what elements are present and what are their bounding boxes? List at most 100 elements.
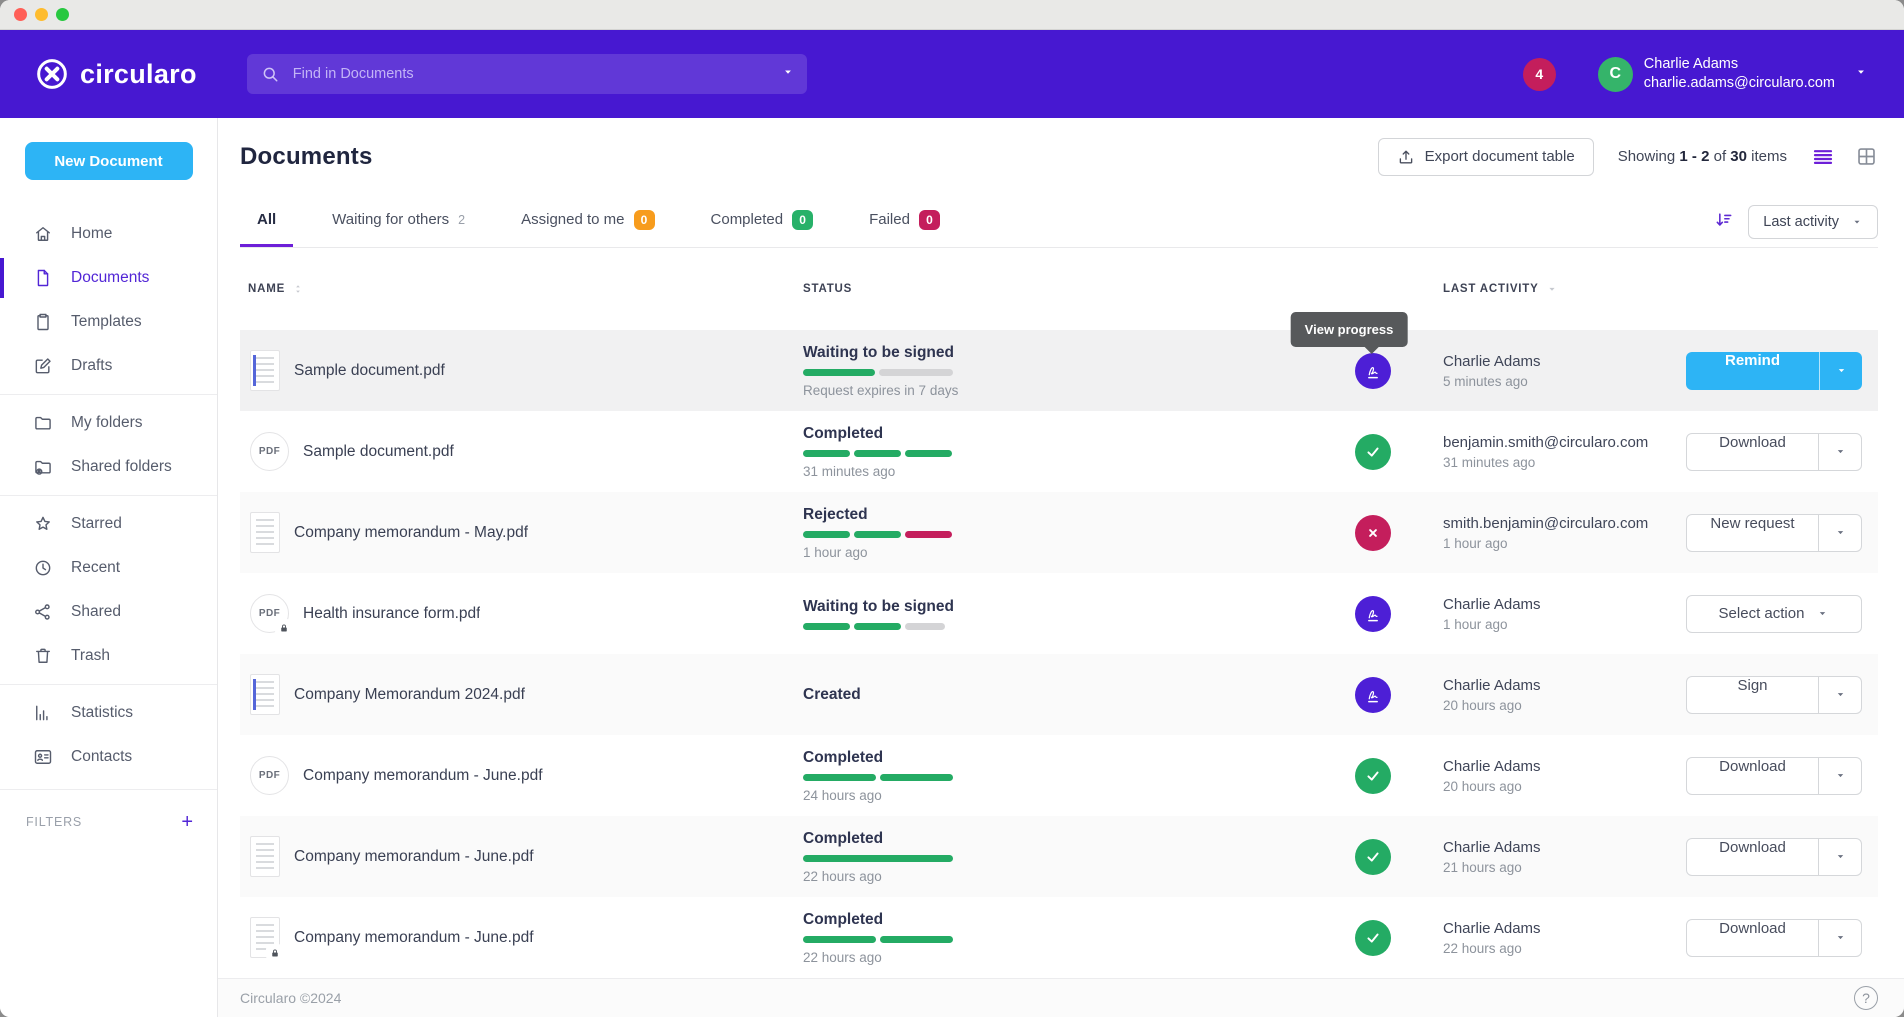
status-label: Completed <box>803 749 1303 767</box>
sidebar-item-shared-folders[interactable]: Shared folders <box>0 445 217 489</box>
activity-time: 1 hour ago <box>1443 536 1686 551</box>
document-row[interactable]: Sample document.pdfWaiting to be signedR… <box>240 330 1878 411</box>
contacts-icon <box>33 747 53 767</box>
document-search <box>247 54 807 94</box>
progress-segment <box>880 936 953 943</box>
document-row[interactable]: Company memorandum - June.pdfCompleted22… <box>240 816 1878 897</box>
notification-badge[interactable]: 4 <box>1523 58 1556 91</box>
star-icon <box>459 358 480 379</box>
status-icon-cell <box>1303 515 1443 551</box>
progress-segment <box>803 531 850 538</box>
pdf-file-icon: PDF <box>250 432 289 471</box>
status-cross-icon[interactable] <box>1355 515 1391 551</box>
column-header-name[interactable]: NAME <box>240 282 803 296</box>
sidebar-item-trash[interactable]: Trash <box>0 634 217 678</box>
action-button-remind[interactable]: Remind <box>1686 352 1819 390</box>
trash-icon <box>33 646 53 666</box>
action-button-download[interactable]: Download <box>1687 920 1818 956</box>
grid-view-icon[interactable] <box>1855 145 1878 168</box>
sidebar-item-recent[interactable]: Recent <box>0 546 217 590</box>
sidebar-item-home[interactable]: Home <box>0 212 217 256</box>
sidebar-section: My folders Shared folders <box>0 394 217 495</box>
action-dropdown-caret[interactable] <box>1818 920 1861 956</box>
user-menu[interactable]: C Charlie Adams charlie.adams@circularo.… <box>1598 55 1868 93</box>
sidebar-item-contacts[interactable]: Contacts <box>0 735 217 779</box>
action-dropdown-caret[interactable] <box>1818 434 1861 470</box>
help-icon[interactable]: ? <box>1854 986 1878 1010</box>
export-document-table-button[interactable]: Export document table <box>1378 138 1594 176</box>
brand-logo[interactable]: circularo <box>36 58 197 90</box>
action-button-sign[interactable]: Sign <box>1687 677 1818 713</box>
pdf-file-icon: PDF <box>250 594 289 633</box>
document-name: Company memorandum - June.pdf <box>303 767 543 785</box>
action-dropdown-caret[interactable] <box>1818 758 1861 794</box>
tab-waiting-for-others[interactable]: Waiting for others2 <box>315 195 482 247</box>
sidebar-item-templates[interactable]: Templates <box>0 300 217 344</box>
circularo-logo-icon <box>36 58 68 90</box>
zoom-window-button[interactable] <box>56 8 69 21</box>
document-row[interactable]: PDFHealth insurance form.pdfWaiting to b… <box>240 573 1878 654</box>
action-button-download[interactable]: Download <box>1687 758 1818 794</box>
status-cell: Completed22 hours ago <box>803 911 1303 965</box>
action-cell: Select action <box>1686 595 1878 633</box>
add-filter-button[interactable]: + <box>181 812 193 832</box>
action-button-new-request[interactable]: New request <box>1687 515 1818 551</box>
sort-field-select[interactable]: Last activity <box>1748 205 1878 239</box>
progress-segment <box>854 450 901 457</box>
status-signature-icon[interactable] <box>1355 677 1391 713</box>
action-button-select-action[interactable]: Select action <box>1686 595 1862 633</box>
document-row[interactable]: PDFSample document.pdfCompleted31 minute… <box>240 411 1878 492</box>
sidebar-item-label: Contacts <box>71 748 132 766</box>
clock-icon <box>33 558 53 578</box>
status-cell: Created <box>803 686 1303 704</box>
user-name: Charlie Adams <box>1644 55 1835 74</box>
new-document-button[interactable]: New Document <box>25 142 193 180</box>
minimize-window-button[interactable] <box>35 8 48 21</box>
progress-segment <box>905 531 952 538</box>
tab-all[interactable]: All <box>240 195 293 247</box>
close-window-button[interactable] <box>14 8 27 21</box>
sidebar-item-label: Statistics <box>71 704 133 722</box>
action-dropdown-caret[interactable] <box>1819 352 1862 390</box>
status-cell: Waiting to be signed <box>803 598 1303 630</box>
last-activity-cell: benjamin.smith@circularo.com31 minutes a… <box>1443 434 1686 470</box>
list-view-icon[interactable] <box>1811 145 1835 169</box>
sidebar-item-shared[interactable]: Shared <box>0 590 217 634</box>
tabs-bar: All Waiting for others2 Assigned to me0 Com… <box>240 195 1878 248</box>
action-button-download[interactable]: Download <box>1687 839 1818 875</box>
tab-label: Completed <box>711 211 784 228</box>
sort-direction-icon[interactable] <box>1714 210 1734 235</box>
search-scope-caret-icon[interactable] <box>781 65 795 84</box>
star-icon[interactable] <box>459 358 480 384</box>
status-check-icon[interactable] <box>1355 758 1391 794</box>
tab-failed[interactable]: Failed0 <box>852 195 957 247</box>
document-row[interactable]: PDFCompany memorandum - June.pdfComplete… <box>240 735 1878 816</box>
action-dropdown-caret[interactable] <box>1818 839 1861 875</box>
status-check-icon[interactable] <box>1355 839 1391 875</box>
status-check-icon[interactable] <box>1355 920 1391 956</box>
action-dropdown-caret[interactable] <box>1818 515 1861 551</box>
sidebar-item-drafts[interactable]: Drafts <box>0 344 217 388</box>
sidebar-item-statistics[interactable]: Statistics <box>0 691 217 735</box>
status-check-icon[interactable] <box>1355 434 1391 470</box>
search-input[interactable] <box>293 66 781 82</box>
document-row[interactable]: Company Memorandum 2024.pdfCreatedCharli… <box>240 654 1878 735</box>
progress-bar <box>803 450 1303 457</box>
tab-assigned-to-me[interactable]: Assigned to me0 <box>504 195 671 247</box>
sidebar-item-documents[interactable]: Documents <box>0 256 217 300</box>
status-signature-icon[interactable] <box>1355 596 1391 632</box>
action-button-download[interactable]: Download <box>1687 434 1818 470</box>
document-name-cell: Company memorandum - June.pdf <box>240 917 803 958</box>
status-icon-cell <box>1303 596 1443 632</box>
sidebar-item-starred[interactable]: Starred <box>0 502 217 546</box>
document-row[interactable]: Company memorandum - June.pdf Completed22… <box>240 897 1878 978</box>
tab-completed[interactable]: Completed0 <box>694 195 831 247</box>
document-row[interactable]: Company memorandum - May.pdfRejected1 ho… <box>240 492 1878 573</box>
lock-icon <box>275 619 292 636</box>
sidebar-item-my-folders[interactable]: My folders <box>0 401 217 445</box>
sidebar-item-label: Shared folders <box>71 458 172 476</box>
status-label: Created <box>803 686 1303 704</box>
action-dropdown-caret[interactable] <box>1818 677 1861 713</box>
column-header-last-activity[interactable]: LAST ACTIVITY <box>1443 282 1686 296</box>
document-name: Company memorandum - June.pdf <box>294 929 534 947</box>
